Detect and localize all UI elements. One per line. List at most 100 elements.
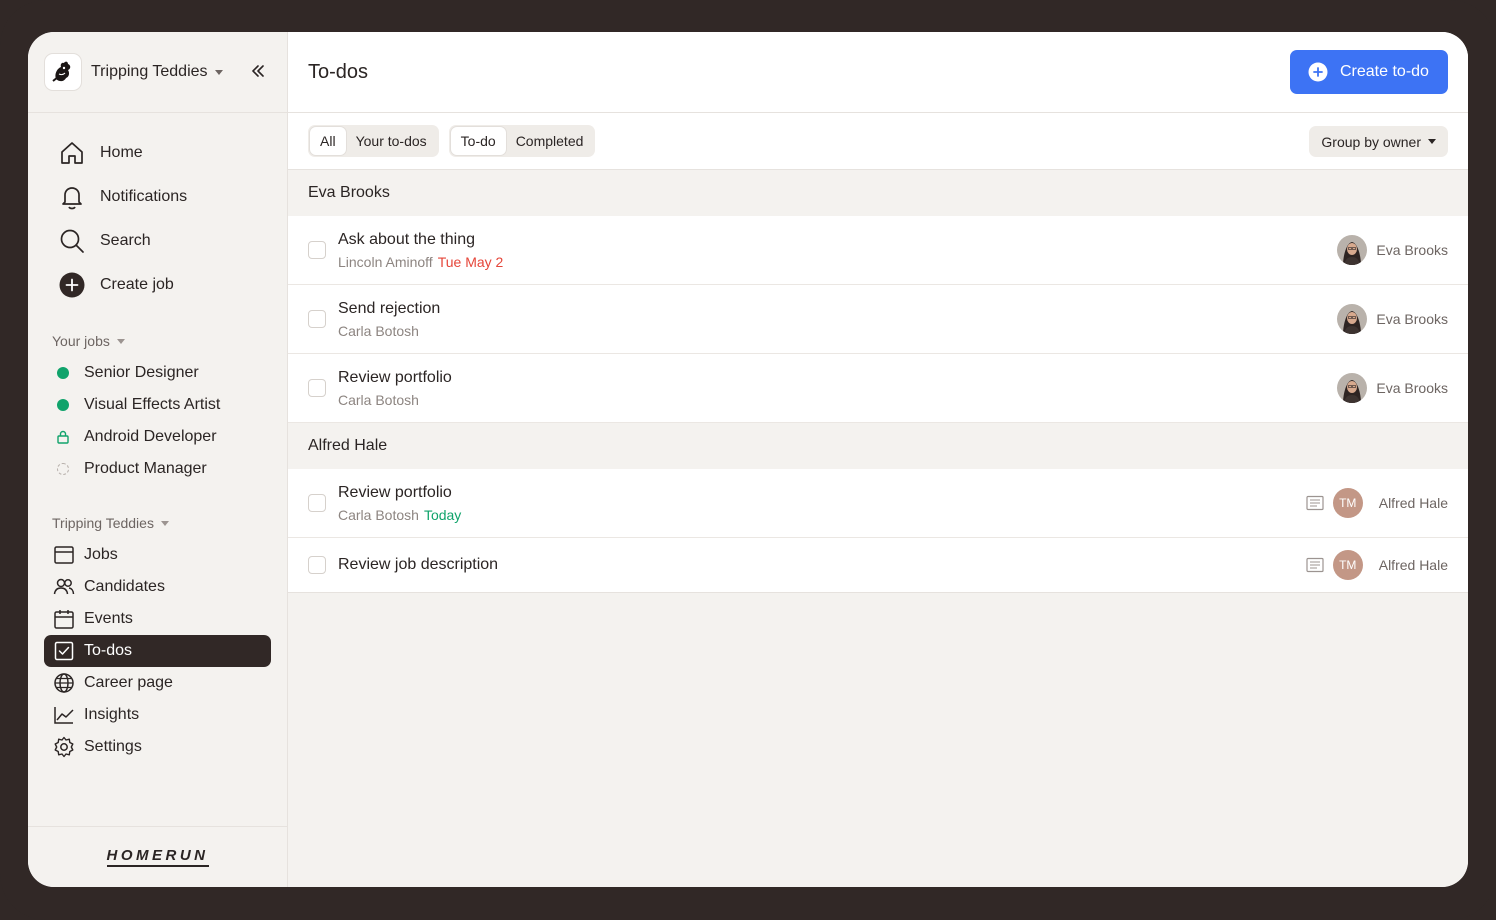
- nav-candidates-label: Candidates: [84, 578, 165, 595]
- nav-home-label: Home: [100, 144, 143, 161]
- job-item-label: Senior Designer: [84, 364, 199, 381]
- app-window: Tripping Teddies Home Notifications Sear…: [28, 32, 1468, 887]
- todo-row[interactable]: Review portfolio Carla Botosh Eva Brooks: [288, 354, 1468, 423]
- org-switcher[interactable]: Tripping Teddies: [28, 32, 287, 113]
- todo-row[interactable]: Review job description TM Alfred Hale: [288, 538, 1468, 593]
- todo-owner: TM Alfred Hale: [1306, 550, 1448, 580]
- nav-settings-label: Settings: [84, 738, 142, 755]
- avatar: [1337, 373, 1368, 403]
- nav-todos[interactable]: To-dos: [44, 635, 271, 667]
- note-icon[interactable]: [1306, 557, 1324, 573]
- nav-notifications-label: Notifications: [100, 188, 188, 205]
- nav-events-label: Events: [84, 610, 133, 627]
- jobs-icon: [52, 543, 76, 567]
- org-section-header[interactable]: Tripping Teddies: [52, 513, 287, 533]
- todo-row[interactable]: Send rejection Carla Botosh Eva Brooks: [288, 285, 1468, 354]
- plus-circle-icon: [1308, 62, 1328, 82]
- todo-candidate[interactable]: Lincoln Aminoff: [338, 254, 433, 270]
- filter-your-todos[interactable]: Your to-dos: [346, 127, 437, 155]
- nav-insights[interactable]: Insights: [44, 699, 271, 731]
- todo-candidate[interactable]: Carla Botosh: [338, 323, 419, 339]
- nav-create-job-label: Create job: [100, 276, 174, 293]
- group-header: Eva Brooks: [288, 170, 1468, 216]
- todo-checkbox[interactable]: [308, 556, 326, 574]
- todo-owner-name: Eva Brooks: [1376, 380, 1448, 396]
- candidates-icon: [52, 575, 76, 599]
- todo-checkbox[interactable]: [308, 310, 326, 328]
- job-item[interactable]: Android Developer: [28, 421, 287, 453]
- globe-icon: [52, 671, 76, 695]
- your-jobs-header[interactable]: Your jobs: [52, 331, 287, 351]
- org-name: Tripping Teddies: [91, 63, 208, 80]
- todo-candidate[interactable]: Carla Botosh: [338, 392, 419, 408]
- job-item-label: Product Manager: [84, 460, 207, 477]
- todo-owner: Eva Brooks: [1337, 235, 1448, 265]
- published-status-dot: [57, 399, 69, 411]
- chevron-down-icon: [116, 338, 125, 344]
- group-by-label: Group by owner: [1321, 133, 1421, 150]
- your-jobs-header-label: Your jobs: [52, 333, 110, 349]
- filter-all[interactable]: All: [310, 127, 346, 155]
- job-item[interactable]: Visual Effects Artist: [28, 389, 287, 421]
- home-icon: [58, 139, 86, 167]
- note-icon[interactable]: [1306, 495, 1324, 511]
- create-todo-button[interactable]: Create to-do: [1290, 50, 1448, 94]
- job-item-label: Android Developer: [84, 428, 217, 445]
- nav-search[interactable]: Search: [28, 219, 287, 263]
- job-item[interactable]: Product Manager: [28, 453, 287, 485]
- nav-notifications[interactable]: Notifications: [28, 175, 287, 219]
- nav-career-page[interactable]: Career page: [44, 667, 271, 699]
- todo-checkbox[interactable]: [308, 241, 326, 259]
- nav-candidates[interactable]: Candidates: [44, 571, 271, 603]
- nav-events[interactable]: Events: [44, 603, 271, 635]
- todo-title: Send rejection: [338, 299, 441, 317]
- todo-due-date: Today: [423, 506, 462, 523]
- collapse-sidebar-icon[interactable]: [249, 62, 267, 80]
- nav-insights-label: Insights: [84, 706, 140, 723]
- nav-create-job[interactable]: Create job: [28, 263, 287, 307]
- filter-bar: All Your to-dos To-do Completed Group by…: [288, 113, 1468, 170]
- todo-owner: TM Alfred Hale: [1306, 488, 1448, 518]
- todo-owner: Eva Brooks: [1337, 373, 1448, 403]
- job-item[interactable]: Senior Designer: [28, 357, 287, 389]
- todo-owner-name: Eva Brooks: [1376, 242, 1448, 258]
- status-filter: To-do Completed: [448, 125, 596, 157]
- nav-jobs[interactable]: Jobs: [44, 539, 271, 571]
- todo-row[interactable]: Ask about the thing Lincoln Aminoff Tue M…: [288, 216, 1468, 285]
- todo-owner-name: Alfred Hale: [1378, 495, 1448, 511]
- group-by-dropdown[interactable]: Group by owner: [1309, 126, 1448, 157]
- your-jobs-list: Senior Designer Visual Effects Artist An…: [28, 357, 287, 485]
- checkbox-icon: [52, 639, 76, 663]
- nav-search-label: Search: [100, 232, 151, 249]
- page-title: To-dos: [308, 60, 369, 83]
- org-section-header-label: Tripping Teddies: [52, 515, 154, 531]
- todo-due-date: Tue May 2: [437, 253, 504, 270]
- todo-checkbox[interactable]: [308, 379, 326, 397]
- sidebar: Tripping Teddies Home Notifications Sear…: [28, 32, 288, 887]
- chevron-down-icon: [160, 520, 169, 526]
- draft-status-icon: [57, 463, 69, 475]
- job-item-label: Visual Effects Artist: [84, 396, 221, 413]
- main-content: To-dos Create to-do All Your to-dos To-d…: [288, 32, 1468, 887]
- nav-settings[interactable]: Settings: [44, 731, 271, 763]
- bell-icon: [58, 183, 86, 211]
- nav-jobs-label: Jobs: [84, 546, 118, 563]
- main-nav: Home Notifications Search Create job: [28, 113, 287, 307]
- filter-completed[interactable]: Completed: [506, 127, 594, 155]
- todo-candidate[interactable]: Carla Botosh: [338, 507, 419, 523]
- brand-footer: HOMERUN: [28, 826, 287, 887]
- chevron-down-icon: [214, 69, 223, 75]
- nav-home[interactable]: Home: [28, 131, 287, 175]
- plus-circle-icon: [58, 271, 86, 299]
- brand-logo: HOMERUN: [106, 847, 209, 867]
- todo-row[interactable]: Review portfolio Carla Botosh Today TM Al…: [288, 469, 1468, 538]
- todo-checkbox[interactable]: [308, 494, 326, 512]
- todo-owner: Eva Brooks: [1337, 304, 1448, 334]
- device-frame: Tripping Teddies Home Notifications Sear…: [0, 0, 1496, 920]
- org-nav: Jobs Candidates Events To-dos Career pag…: [28, 539, 287, 763]
- search-icon: [58, 227, 86, 255]
- filter-todo[interactable]: To-do: [450, 127, 506, 155]
- avatar: TM: [1332, 488, 1363, 518]
- todo-owner-name: Eva Brooks: [1376, 311, 1448, 327]
- todo-title: Review portfolio: [338, 483, 452, 501]
